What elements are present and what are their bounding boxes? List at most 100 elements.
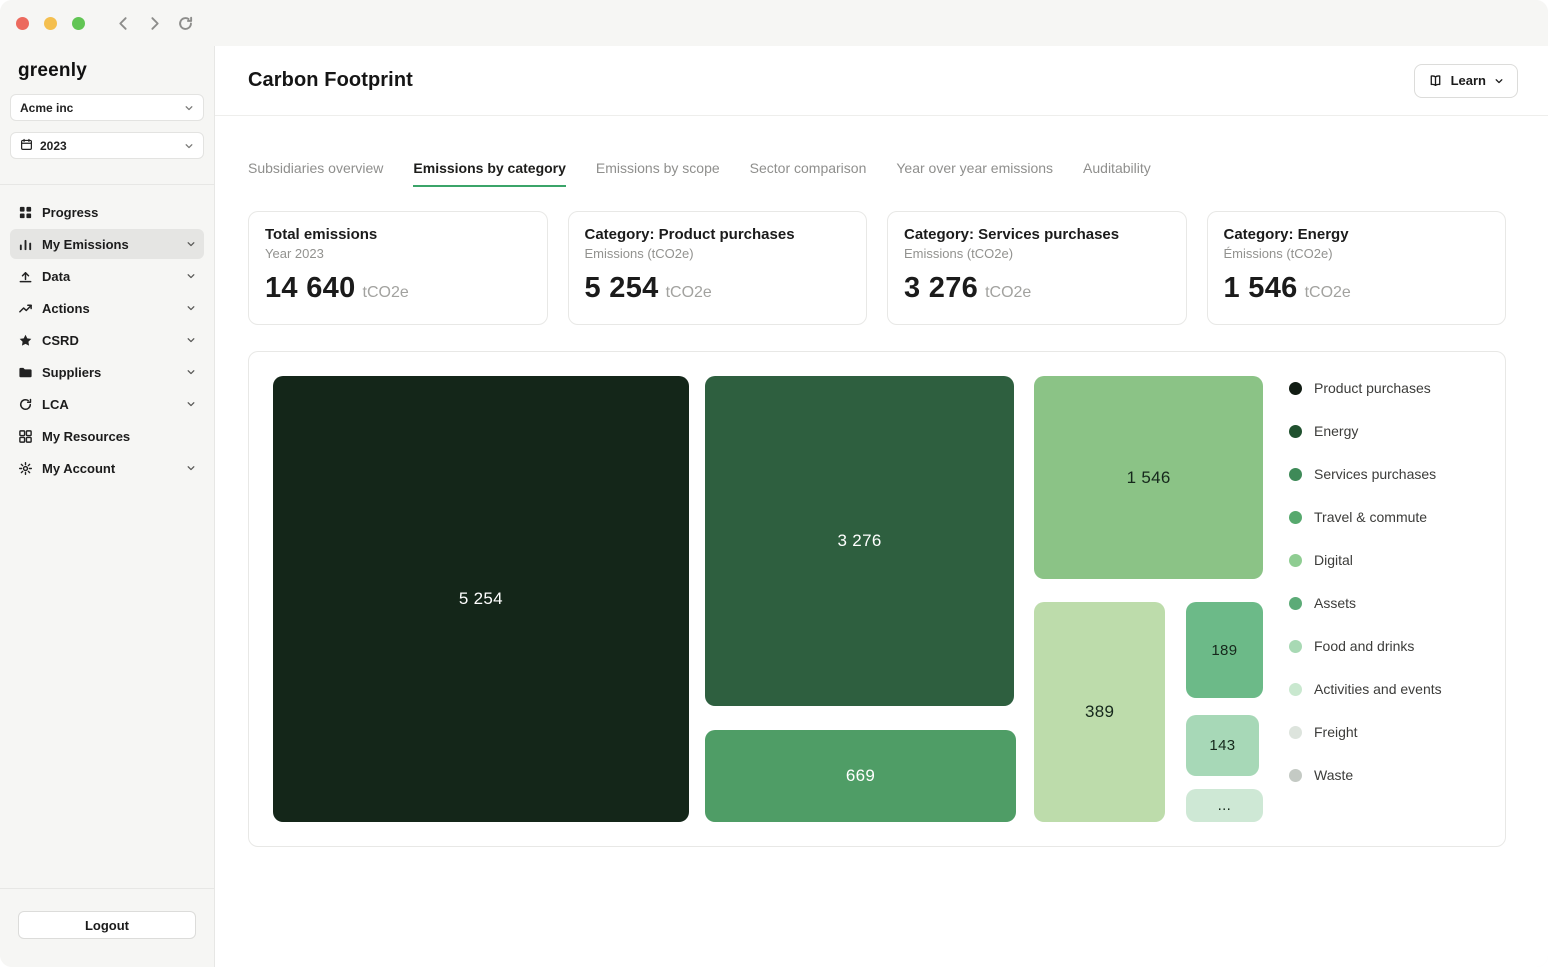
- legend-label: Assets: [1314, 595, 1356, 611]
- star-icon: [18, 333, 33, 348]
- browser-window: greenly Acme inc 2023: [0, 0, 1548, 967]
- stat-card-unit: tCO2e: [666, 284, 712, 302]
- recycle-icon: [18, 397, 33, 412]
- treemap-legend: Product purchases Energy Services purcha…: [1289, 376, 1442, 822]
- chevron-down-icon: [184, 103, 194, 113]
- sidebar-item-csrd[interactable]: CSRD: [10, 325, 204, 355]
- sidebar-nav: Progress My Emissions Data: [0, 195, 214, 485]
- legend-item: Energy: [1289, 423, 1442, 439]
- sidebar-item-label: Progress: [42, 205, 98, 220]
- sidebar-item-my-resources[interactable]: My Resources: [10, 421, 204, 451]
- company-selector-value: Acme inc: [20, 101, 73, 115]
- sidebar-item-label: My Emissions: [42, 237, 129, 252]
- legend-item: Food and drinks: [1289, 638, 1442, 654]
- legend-item: Freight: [1289, 724, 1442, 740]
- legend-label: Food and drinks: [1314, 638, 1414, 654]
- legend-item: Waste: [1289, 767, 1442, 783]
- stat-card-subtitle: Emissions (tCO2e): [585, 246, 851, 261]
- chevron-down-icon: [186, 367, 196, 377]
- grid-icon: [18, 205, 33, 220]
- sidebar-item-suppliers[interactable]: Suppliers: [10, 357, 204, 387]
- tab-sector-comparison[interactable]: Sector comparison: [750, 160, 867, 187]
- treemap-block[interactable]: 189: [1186, 602, 1263, 698]
- sidebar-item-progress[interactable]: Progress: [10, 197, 204, 227]
- treemap-block[interactable]: 143: [1186, 715, 1259, 777]
- learn-button[interactable]: Learn: [1414, 64, 1518, 98]
- tab-year-over-year-emissions[interactable]: Year over year emissions: [896, 160, 1053, 187]
- legend-label: Freight: [1314, 724, 1358, 740]
- sidebar-item-my-account[interactable]: My Account: [10, 453, 204, 483]
- legend-dot: [1289, 468, 1302, 481]
- stat-card-title: Category: Energy: [1224, 226, 1490, 243]
- learn-button-label: Learn: [1451, 73, 1486, 88]
- legend-dot: [1289, 683, 1302, 696]
- minimize-window-icon[interactable]: [44, 17, 57, 30]
- chevron-down-icon: [1494, 76, 1504, 86]
- legend-dot: [1289, 597, 1302, 610]
- sidebar-item-data[interactable]: Data: [10, 261, 204, 291]
- close-window-icon[interactable]: [16, 17, 29, 30]
- legend-dot: [1289, 511, 1302, 524]
- legend-dot: [1289, 425, 1302, 438]
- legend-label: Product purchases: [1314, 380, 1431, 396]
- upload-icon: [18, 269, 33, 284]
- sidebar-item-label: Suppliers: [42, 365, 101, 380]
- legend-label: Digital: [1314, 552, 1353, 568]
- back-icon[interactable]: [115, 15, 132, 32]
- sidebar-item-my-emissions[interactable]: My Emissions: [10, 229, 204, 259]
- zoom-window-icon[interactable]: [72, 17, 85, 30]
- treemap-chart: 5 254 3 276 669 1 546 389 189 143 ...: [273, 376, 1263, 822]
- logout-button[interactable]: Logout: [18, 911, 196, 939]
- chevron-down-icon: [186, 271, 196, 281]
- book-icon: [1428, 73, 1443, 88]
- browser-topbar: [0, 0, 1548, 46]
- year-selector[interactable]: 2023: [10, 132, 204, 159]
- year-selector-value: 2023: [40, 139, 67, 153]
- legend-label: Services purchases: [1314, 466, 1436, 482]
- tab-subsidiaries-overview[interactable]: Subsidiaries overview: [248, 160, 383, 187]
- treemap-block[interactable]: 3 276: [705, 376, 1015, 706]
- treemap-block[interactable]: 389: [1034, 602, 1165, 822]
- stat-card-title: Category: Services purchases: [904, 226, 1170, 243]
- tab-emissions-by-scope[interactable]: Emissions by scope: [596, 160, 720, 187]
- treemap-block[interactable]: 669: [705, 730, 1017, 822]
- sidebar-item-lca[interactable]: LCA: [10, 389, 204, 419]
- stat-card-value: 14 640: [265, 272, 356, 305]
- legend-item: Product purchases: [1289, 380, 1442, 396]
- sidebar-item-actions[interactable]: Actions: [10, 293, 204, 323]
- stat-cards-row: Total emissions Year 2023 14 640 tCO2e C…: [215, 211, 1548, 325]
- chevron-down-icon: [186, 463, 196, 473]
- chevron-down-icon: [186, 239, 196, 249]
- stat-card-subtitle: Émissions (tCO2e): [1224, 246, 1490, 261]
- legend-item: Services purchases: [1289, 466, 1442, 482]
- sidebar-item-label: Actions: [42, 301, 90, 316]
- forward-icon[interactable]: [146, 15, 163, 32]
- grid-outline-icon: [18, 429, 33, 444]
- main-content: Carbon Footprint Learn Subsidiaries over…: [215, 46, 1548, 967]
- legend-label: Travel & commute: [1314, 509, 1427, 525]
- legend-item: Assets: [1289, 595, 1442, 611]
- stat-card-subtitle: Emissions (tCO2e): [904, 246, 1170, 261]
- treemap-block[interactable]: 1 546: [1034, 376, 1263, 579]
- legend-dot: [1289, 554, 1302, 567]
- chevron-down-icon: [186, 399, 196, 409]
- stat-card-energy: Category: Energy Émissions (tCO2e) 1 546…: [1207, 211, 1507, 325]
- page-header: Carbon Footprint Learn: [215, 46, 1548, 116]
- treemap-block[interactable]: ...: [1186, 789, 1263, 822]
- legend-dot: [1289, 726, 1302, 739]
- legend-label: Activities and events: [1314, 681, 1442, 697]
- page-title: Carbon Footprint: [248, 69, 413, 92]
- legend-item: Activities and events: [1289, 681, 1442, 697]
- reload-icon[interactable]: [177, 15, 194, 32]
- treemap-block[interactable]: 5 254: [273, 376, 689, 822]
- tab-auditability[interactable]: Auditability: [1083, 160, 1151, 187]
- window-controls: [16, 17, 85, 30]
- stat-card-value: 1 546: [1224, 272, 1298, 305]
- stat-card-title: Total emissions: [265, 226, 531, 243]
- chevron-down-icon: [184, 141, 194, 151]
- stat-card-total-emissions: Total emissions Year 2023 14 640 tCO2e: [248, 211, 548, 325]
- tab-emissions-by-category[interactable]: Emissions by category: [413, 160, 566, 187]
- company-selector[interactable]: Acme inc: [10, 94, 204, 121]
- sidebar-item-label: CSRD: [42, 333, 79, 348]
- folder-icon: [18, 365, 33, 380]
